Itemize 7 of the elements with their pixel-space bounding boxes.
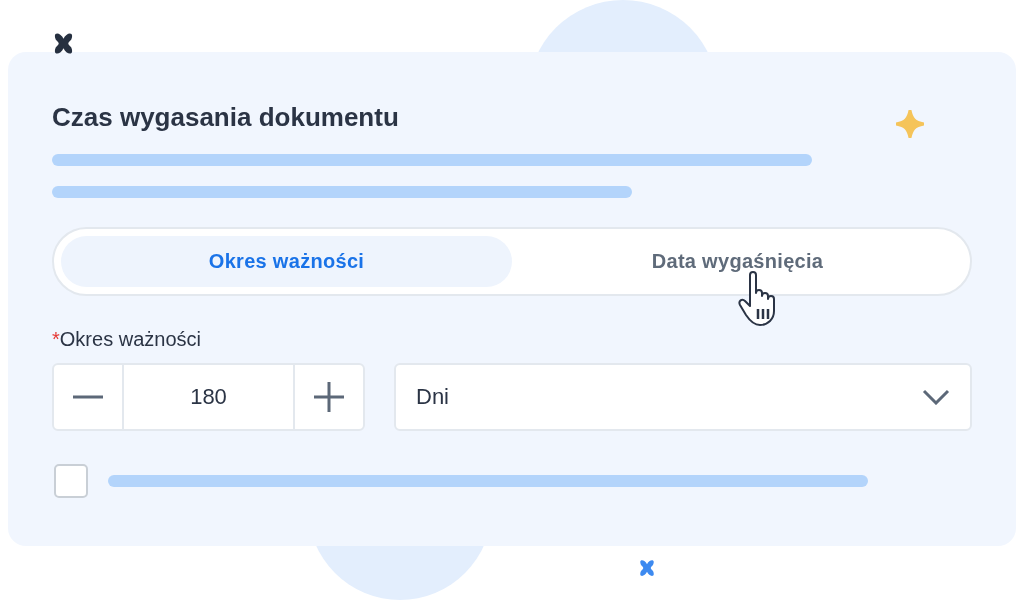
required-mark: * xyxy=(52,328,60,350)
number-field[interactable]: 180 xyxy=(122,365,295,429)
tab[interactable]: Data wygaśnięcia xyxy=(512,236,963,287)
tab[interactable]: Okres ważności xyxy=(61,236,512,287)
field-label: Okres ważności xyxy=(59,328,201,350)
unit-dropdown[interactable]: Dni xyxy=(394,363,972,431)
card-title: Czas wygasania dokumentu xyxy=(52,101,399,133)
